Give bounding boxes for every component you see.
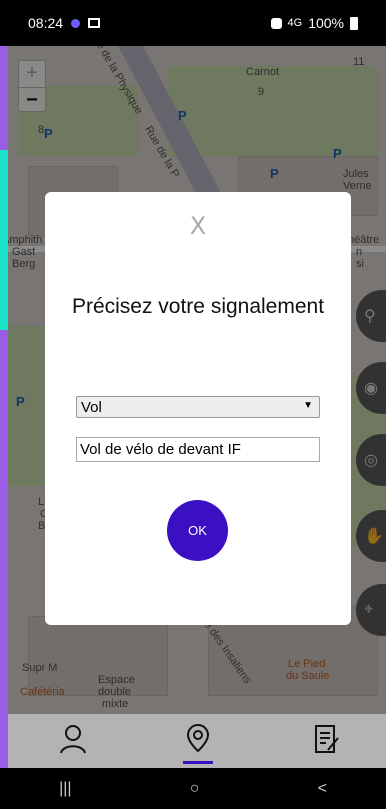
close-button[interactable]: X <box>45 212 351 240</box>
alarm-icon <box>270 17 282 29</box>
profile-icon <box>60 725 86 754</box>
app-frame: 08:24 4G 100% Rue de la Physique Carnot … <box>0 0 386 809</box>
nav-profile-button[interactable] <box>58 722 88 756</box>
report-edit-icon <box>315 725 339 753</box>
battery-percent: 100% <box>308 15 344 31</box>
status-time: 08:24 <box>28 15 64 31</box>
report-dialog: X Précisez votre signalement Vol ▼ Vol d… <box>45 192 351 625</box>
notification-dot-icon <box>71 18 81 28</box>
nav-map-button[interactable] <box>183 722 213 756</box>
ok-button[interactable]: OK <box>167 500 228 561</box>
report-type-value: Vol <box>81 399 102 416</box>
system-navigation-bar: ||| ○ < <box>0 768 386 809</box>
side-accent <box>0 150 8 330</box>
bottom-navigation <box>8 714 386 768</box>
recents-button[interactable]: ||| <box>59 780 71 798</box>
status-bar: 08:24 4G 100% <box>0 0 386 46</box>
image-icon <box>88 18 101 28</box>
dropdown-arrow-icon: ▼ <box>303 400 313 411</box>
home-button[interactable]: ○ <box>190 780 200 798</box>
active-tab-indicator <box>183 761 213 764</box>
nav-report-button[interactable] <box>312 722 342 756</box>
signal-icon: 4G <box>287 17 303 29</box>
back-button[interactable]: < <box>318 780 327 798</box>
report-description-input[interactable]: Vol de vélo de devant IF <box>76 437 320 462</box>
location-pin-icon <box>186 723 210 753</box>
report-type-select[interactable]: Vol ▼ <box>76 396 320 418</box>
dialog-title: Précisez votre signalement <box>71 295 325 318</box>
battery-icon <box>350 16 358 30</box>
